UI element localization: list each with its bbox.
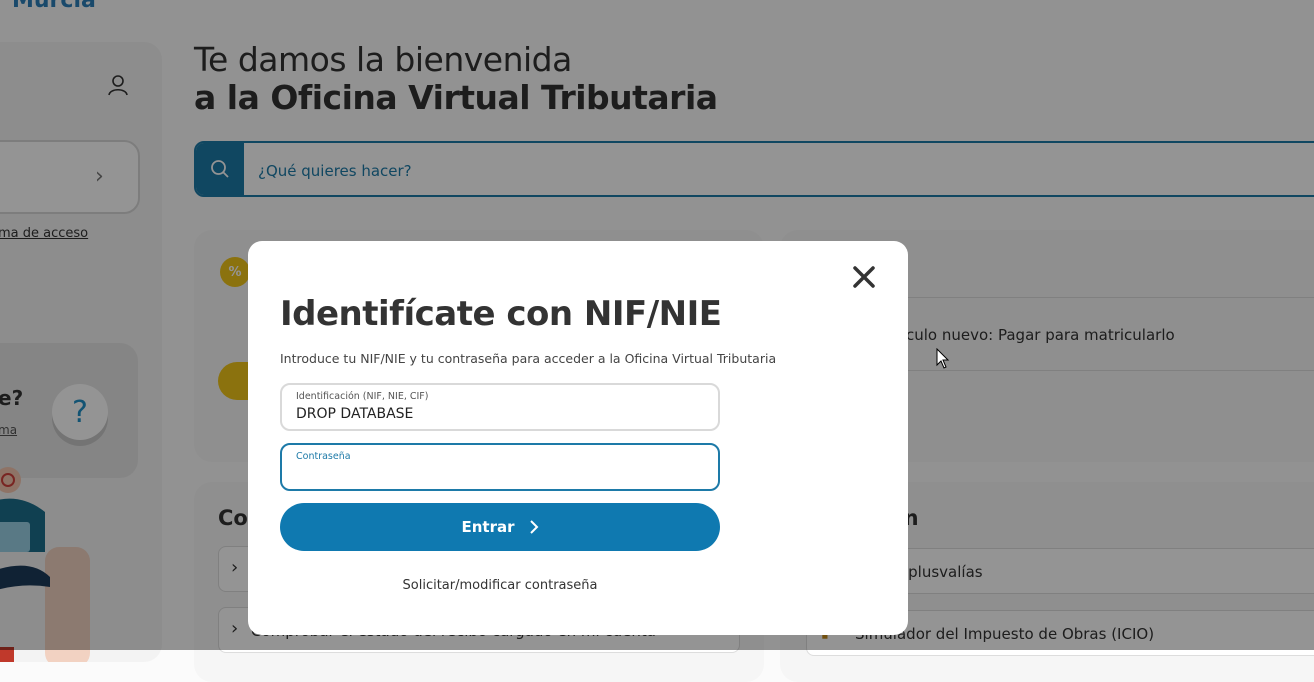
close-icon[interactable] [850, 263, 878, 291]
password-field-label: Contraseña [296, 451, 351, 462]
password-field[interactable]: Contraseña [280, 443, 720, 491]
modal-title: Identifícate con NIF/NIE [280, 294, 722, 334]
chevron-right-icon [529, 520, 538, 534]
nif-field-value[interactable]: DROP DATABASE [296, 406, 413, 422]
login-modal: Identifícate con NIF/NIE Introduce tu NI… [248, 241, 908, 635]
enter-button-label: Entrar [461, 518, 515, 536]
cursor-icon [936, 348, 950, 369]
request-password-link[interactable]: Solicitar/modificar contraseña [280, 578, 720, 593]
enter-button[interactable]: Entrar [280, 503, 720, 551]
nif-field[interactable]: Identificación (NIF, NIE, CIF) DROP DATA… [280, 383, 720, 431]
modal-description: Introduce tu NIF/NIE y tu contraseña par… [280, 351, 777, 366]
nif-field-label: Identificación (NIF, NIE, CIF) [296, 391, 429, 402]
